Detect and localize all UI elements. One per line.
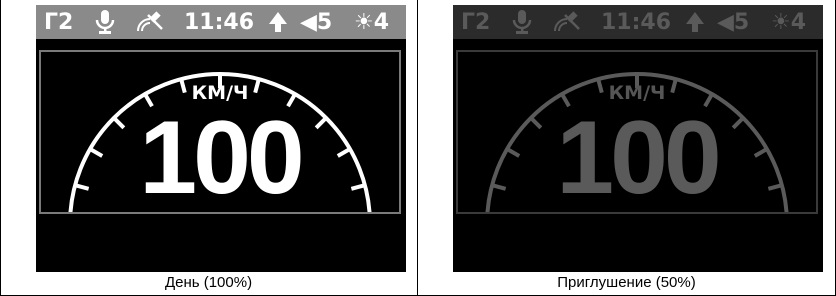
speed-value: 100 (556, 100, 722, 214)
volume-indicator: ◀5 (717, 9, 750, 35)
speed-value: 100 (139, 100, 305, 214)
volume-indicator: ◀5 (300, 9, 333, 35)
speed-gauge: КМ/Ч 100 (39, 50, 401, 214)
device-screen-dimmed: Г2 11:46 ◀5 ☀4 КМ/Ч 100 (453, 5, 823, 272)
satellite-icon (136, 5, 166, 39)
clock-time: 11:46 (184, 9, 255, 35)
arrow-up-icon (685, 5, 705, 39)
caption-day: День (100%) (164, 274, 253, 291)
status-bar: Г2 11:46 ◀5 ☀4 (453, 5, 823, 39)
arrow-up-icon (268, 5, 288, 39)
brightness-indicator: ☀4 (771, 9, 807, 35)
table-divider (417, 0, 418, 296)
caption-dimmed: Приглушение (50%) (557, 274, 696, 291)
brightness-indicator: ☀4 (354, 9, 390, 35)
mode-label: Г2 (461, 9, 491, 35)
device-screen-day: Г2 11:46 ◀5 ☀4 КМ/Ч 100 (36, 5, 406, 272)
status-bar: Г2 11:46 ◀5 ☀4 (36, 5, 406, 39)
clock-time: 11:46 (601, 9, 672, 35)
table-border-left (0, 0, 1, 296)
microphone-icon (94, 5, 116, 39)
mode-label: Г2 (44, 9, 74, 35)
satellite-icon (553, 5, 583, 39)
microphone-icon (511, 5, 533, 39)
speed-gauge: КМ/Ч 100 (456, 50, 818, 214)
